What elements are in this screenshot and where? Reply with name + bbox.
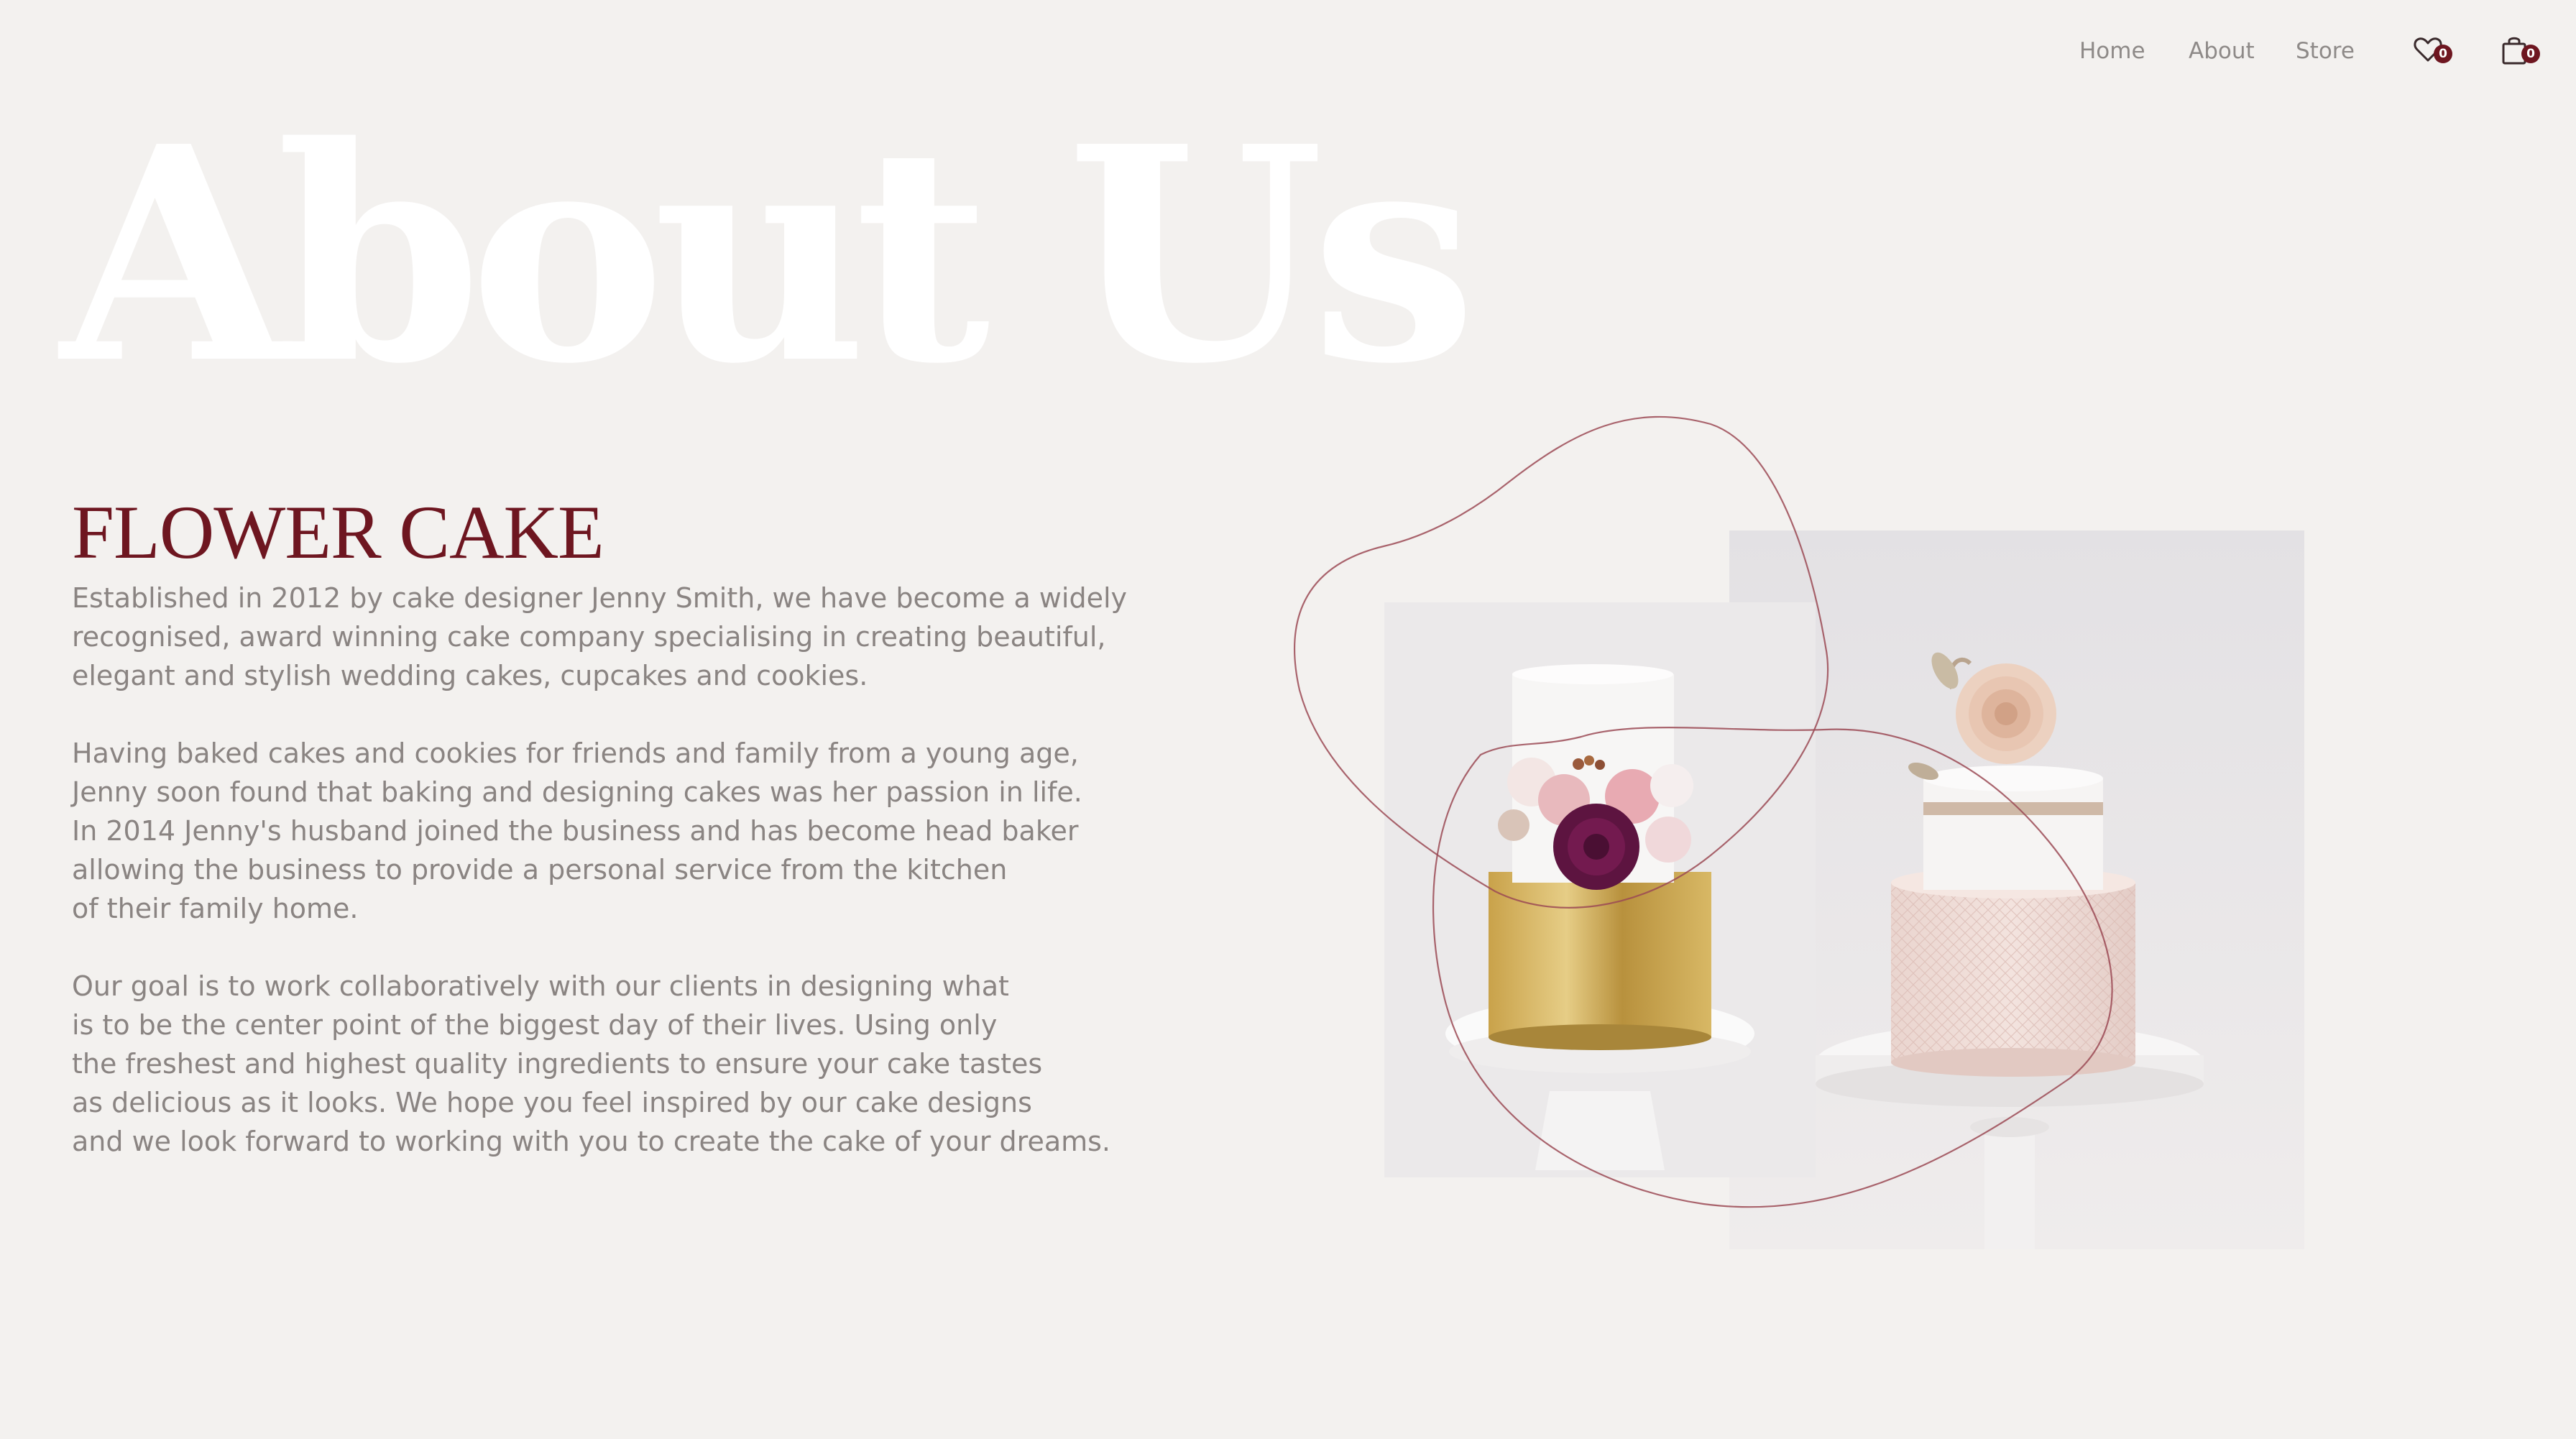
paragraph-line: recognised, award winning cake company s… [72, 621, 1106, 653]
paragraph-line: of their family home. [72, 893, 359, 924]
wishlist-button[interactable]: 0 [2411, 33, 2454, 76]
page-hero-title: About Us [60, 82, 1477, 428]
paragraph-line: Jenny soon found that baking and designi… [72, 776, 1082, 808]
goal-paragraph: Our goal is to work collaboratively with… [72, 967, 1136, 1161]
intro-paragraph: Established in 2012 by cake designer Jen… [72, 579, 1136, 695]
pink-rose-cake-photo [1729, 530, 2304, 1249]
top-nav: Home About Store 0 0 [0, 33, 2576, 69]
paragraph-line: Our goal is to work collaboratively with… [72, 970, 1009, 1002]
nav-about-link[interactable]: About [2189, 33, 2255, 69]
paragraph-line: allowing the business to provide a perso… [72, 854, 1008, 886]
paragraph-line: the freshest and highest quality ingredi… [72, 1048, 1043, 1080]
wishlist-count-badge: 0 [2434, 45, 2452, 63]
gold-flower-cake-photo [1384, 602, 1816, 1177]
paragraph-line: and we look forward to working with you … [72, 1126, 1111, 1157]
cart-count-badge: 0 [2521, 45, 2540, 63]
nav-store-link[interactable]: Store [2296, 33, 2355, 69]
history-paragraph: Having baked cakes and cookies for frien… [72, 734, 1136, 928]
nav-home-link[interactable]: Home [2079, 33, 2145, 69]
cart-button[interactable]: 0 [2497, 33, 2540, 76]
paragraph-line: In 2014 Jenny's husband joined the busin… [72, 815, 1079, 847]
paragraph-line: Established in 2012 by cake designer Jen… [72, 582, 1127, 614]
paragraph-line: elegant and stylish wedding cakes, cupca… [72, 660, 868, 691]
paragraph-line: as delicious as it looks. We hope you fe… [72, 1087, 1032, 1118]
paragraph-line: Having baked cakes and cookies for frien… [72, 737, 1079, 769]
section-subtitle: FLOWER CAKE [72, 490, 604, 574]
paragraph-line: is to be the center point of the biggest… [72, 1009, 998, 1041]
